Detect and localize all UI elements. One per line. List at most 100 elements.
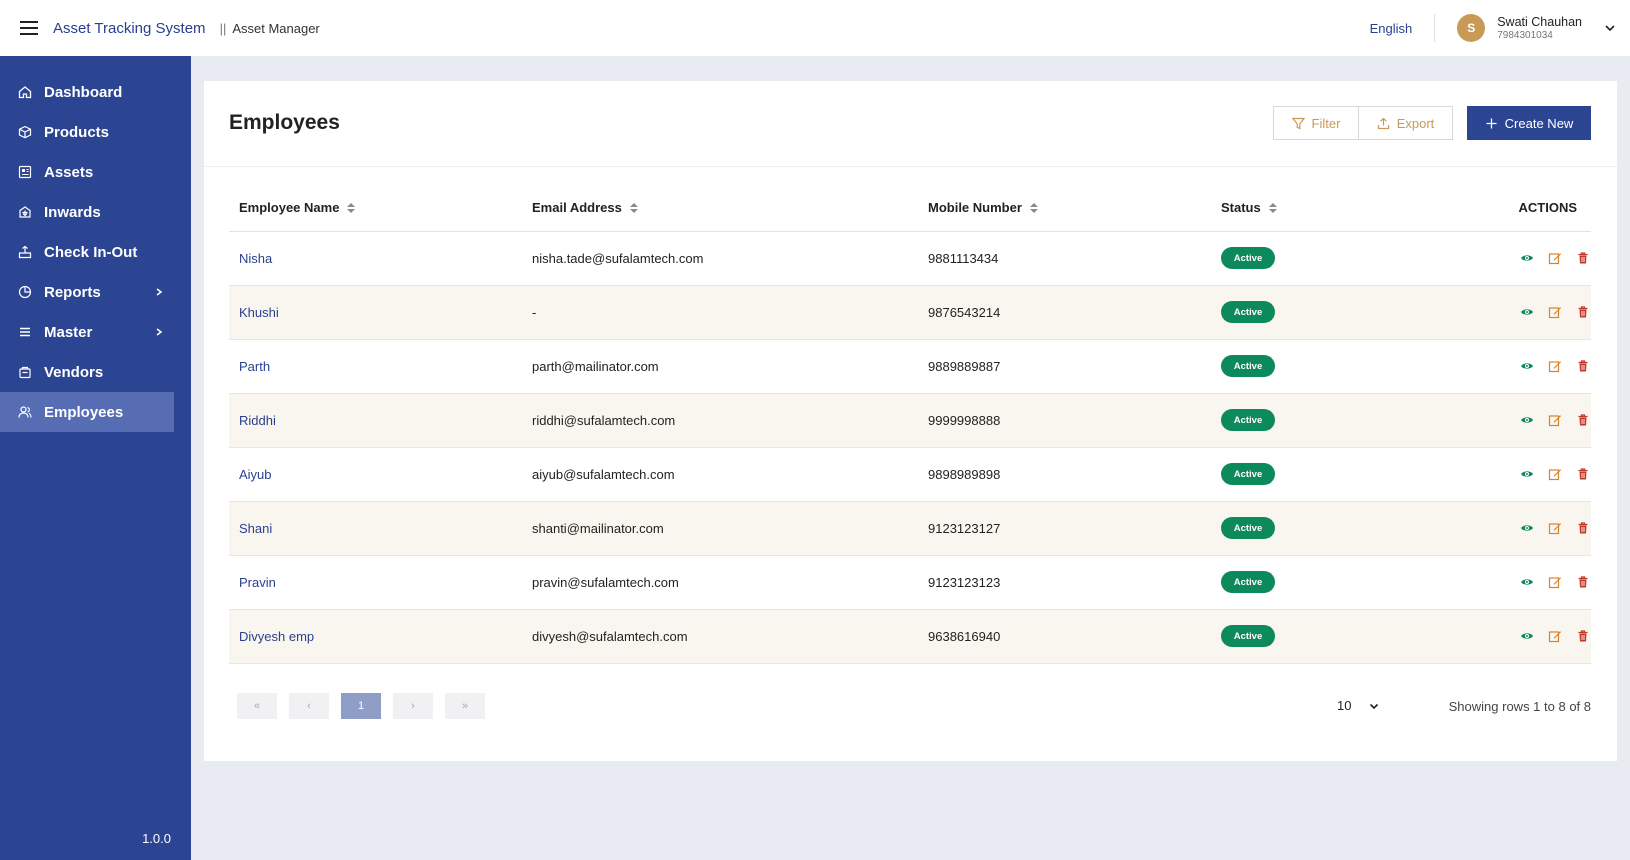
create-new-button[interactable]: Create New — [1467, 106, 1591, 140]
employee-name-link[interactable]: Pravin — [239, 575, 276, 590]
employee-mobile: 9898989898 — [928, 467, 1001, 482]
edit-icon[interactable] — [1547, 412, 1563, 428]
edit-icon[interactable] — [1547, 250, 1563, 266]
edit-icon[interactable] — [1547, 628, 1563, 644]
delete-trash-icon[interactable] — [1575, 250, 1591, 266]
user-info[interactable]: Swati Chauhan 7984301034 — [1497, 15, 1582, 41]
column-label: Status — [1221, 200, 1261, 215]
column-label: Mobile Number — [928, 200, 1022, 215]
view-eye-icon[interactable] — [1519, 412, 1535, 428]
row-actions — [1519, 412, 1591, 428]
employee-name-link[interactable]: Shani — [239, 521, 272, 536]
delete-trash-icon[interactable] — [1575, 412, 1591, 428]
page-button-current[interactable]: 1 — [341, 693, 381, 719]
hamburger-menu-icon[interactable] — [20, 21, 38, 35]
table-row: Divyesh emp divyesh@sufalamtech.com 963861… — [229, 610, 1591, 664]
edit-icon[interactable] — [1547, 358, 1563, 374]
last-page-button[interactable]: » — [445, 693, 485, 719]
sidebar-item-inwards[interactable]: Inwards — [0, 192, 174, 232]
inwards-icon — [17, 204, 33, 220]
sidebar-item-products[interactable]: Products — [0, 112, 174, 152]
edit-icon[interactable] — [1547, 304, 1563, 320]
sort-icon[interactable] — [1029, 202, 1038, 213]
employee-name-link[interactable]: Nisha — [239, 251, 272, 266]
employee-name-link[interactable]: Khushi — [239, 305, 279, 320]
filter-button[interactable]: Filter — [1273, 106, 1359, 140]
sidebar-item-label: Products — [44, 123, 110, 141]
status-badge: Active — [1221, 571, 1275, 593]
employee-name-link[interactable]: Divyesh emp — [239, 629, 314, 644]
next-page-button[interactable]: › — [393, 693, 433, 719]
status-badge: Active — [1221, 463, 1275, 485]
view-eye-icon[interactable] — [1519, 358, 1535, 374]
top-bar: Asset Tracking System || Asset Manager E… — [0, 0, 1630, 56]
sidebar-item-label: Reports — [44, 283, 101, 301]
view-eye-icon[interactable] — [1519, 466, 1535, 482]
checkinout-icon — [17, 244, 33, 260]
chevron-down-icon[interactable] — [1604, 22, 1616, 34]
chevron-down-icon — [1370, 703, 1379, 709]
home-icon — [17, 84, 33, 100]
prev-page-button[interactable]: ‹ — [289, 693, 329, 719]
table-row: Pravin pravin@sufalamtech.com 9123123123 Ac… — [229, 556, 1591, 610]
table-header: Employee Name Email Address Mobile Numbe… — [229, 182, 1591, 232]
delete-trash-icon[interactable] — [1575, 358, 1591, 374]
export-button[interactable]: Export — [1358, 106, 1453, 140]
sidebar-item-employees[interactable]: Employees — [0, 392, 174, 432]
first-page-button[interactable]: « — [237, 693, 277, 719]
user-name: Swati Chauhan — [1497, 15, 1582, 29]
status-badge: Active — [1221, 409, 1275, 431]
view-eye-icon[interactable] — [1519, 520, 1535, 536]
column-label: Employee Name — [239, 200, 340, 215]
view-eye-icon[interactable] — [1519, 250, 1535, 266]
column-header-mobile[interactable]: Mobile Number — [928, 200, 1038, 215]
avatar[interactable]: S — [1457, 14, 1486, 42]
sidebar-item-check-in-out[interactable]: Check In-Out — [0, 232, 174, 272]
user-area: English S Swati Chauhan 7984301034 — [1370, 0, 1630, 56]
delete-trash-icon[interactable] — [1575, 466, 1591, 482]
column-label: Email Address — [532, 200, 622, 215]
view-eye-icon[interactable] — [1519, 574, 1535, 590]
sidebar-item-master[interactable]: Master — [0, 312, 174, 352]
employees-table: Employee Name Email Address Mobile Numbe… — [229, 182, 1591, 664]
pagination: « ‹ 1 › » — [237, 693, 485, 719]
language-selector[interactable]: English — [1370, 14, 1436, 42]
edit-icon[interactable] — [1547, 520, 1563, 536]
column-header-employee-name[interactable]: Employee Name — [239, 200, 356, 215]
rows-per-page-select[interactable]: 10 — [1337, 698, 1379, 713]
edit-icon[interactable] — [1547, 466, 1563, 482]
sort-icon[interactable] — [1268, 202, 1277, 213]
delete-trash-icon[interactable] — [1575, 304, 1591, 320]
column-header-status[interactable]: Status — [1221, 200, 1277, 215]
app-title[interactable]: Asset Tracking System — [53, 20, 206, 37]
column-header-actions: ACTIONS — [1519, 200, 1578, 215]
employee-email: - — [532, 305, 537, 320]
delete-trash-icon[interactable] — [1575, 574, 1591, 590]
delete-trash-icon[interactable] — [1575, 628, 1591, 644]
pie-chart-icon — [17, 284, 33, 300]
page-title: Employees — [229, 111, 340, 134]
employee-name-link[interactable]: Parth — [239, 359, 270, 374]
sort-icon[interactable] — [347, 202, 356, 213]
employee-name-link[interactable]: Aiyub — [239, 467, 272, 482]
sort-icon[interactable] — [629, 202, 638, 213]
column-header-email[interactable]: Email Address — [532, 200, 638, 215]
sidebar-item-reports[interactable]: Reports — [0, 272, 174, 312]
table-row: Shani shanti@mailinator.com 9123123127 Acti… — [229, 502, 1591, 556]
employee-mobile: 9123123123 — [928, 575, 1001, 590]
column-label: ACTIONS — [1518, 200, 1578, 215]
sidebar-item-assets[interactable]: Assets — [0, 152, 174, 192]
employee-email: parth@mailinator.com — [532, 359, 659, 374]
view-eye-icon[interactable] — [1519, 628, 1535, 644]
delete-trash-icon[interactable] — [1575, 520, 1591, 536]
employee-mobile: 9881113434 — [928, 251, 999, 266]
table-row: Khushi - 9876543214 Active — [229, 286, 1591, 340]
employee-name-link[interactable]: Riddhi — [239, 413, 276, 428]
edit-icon[interactable] — [1547, 574, 1563, 590]
view-eye-icon[interactable] — [1519, 304, 1535, 320]
rows-info: Showing rows 1 to 8 of 8 — [1448, 699, 1591, 714]
row-actions — [1519, 304, 1591, 320]
create-new-button-label: Create New — [1504, 115, 1574, 131]
sidebar-item-dashboard[interactable]: Dashboard — [0, 72, 174, 112]
sidebar-item-vendors[interactable]: Vendors — [0, 352, 174, 392]
